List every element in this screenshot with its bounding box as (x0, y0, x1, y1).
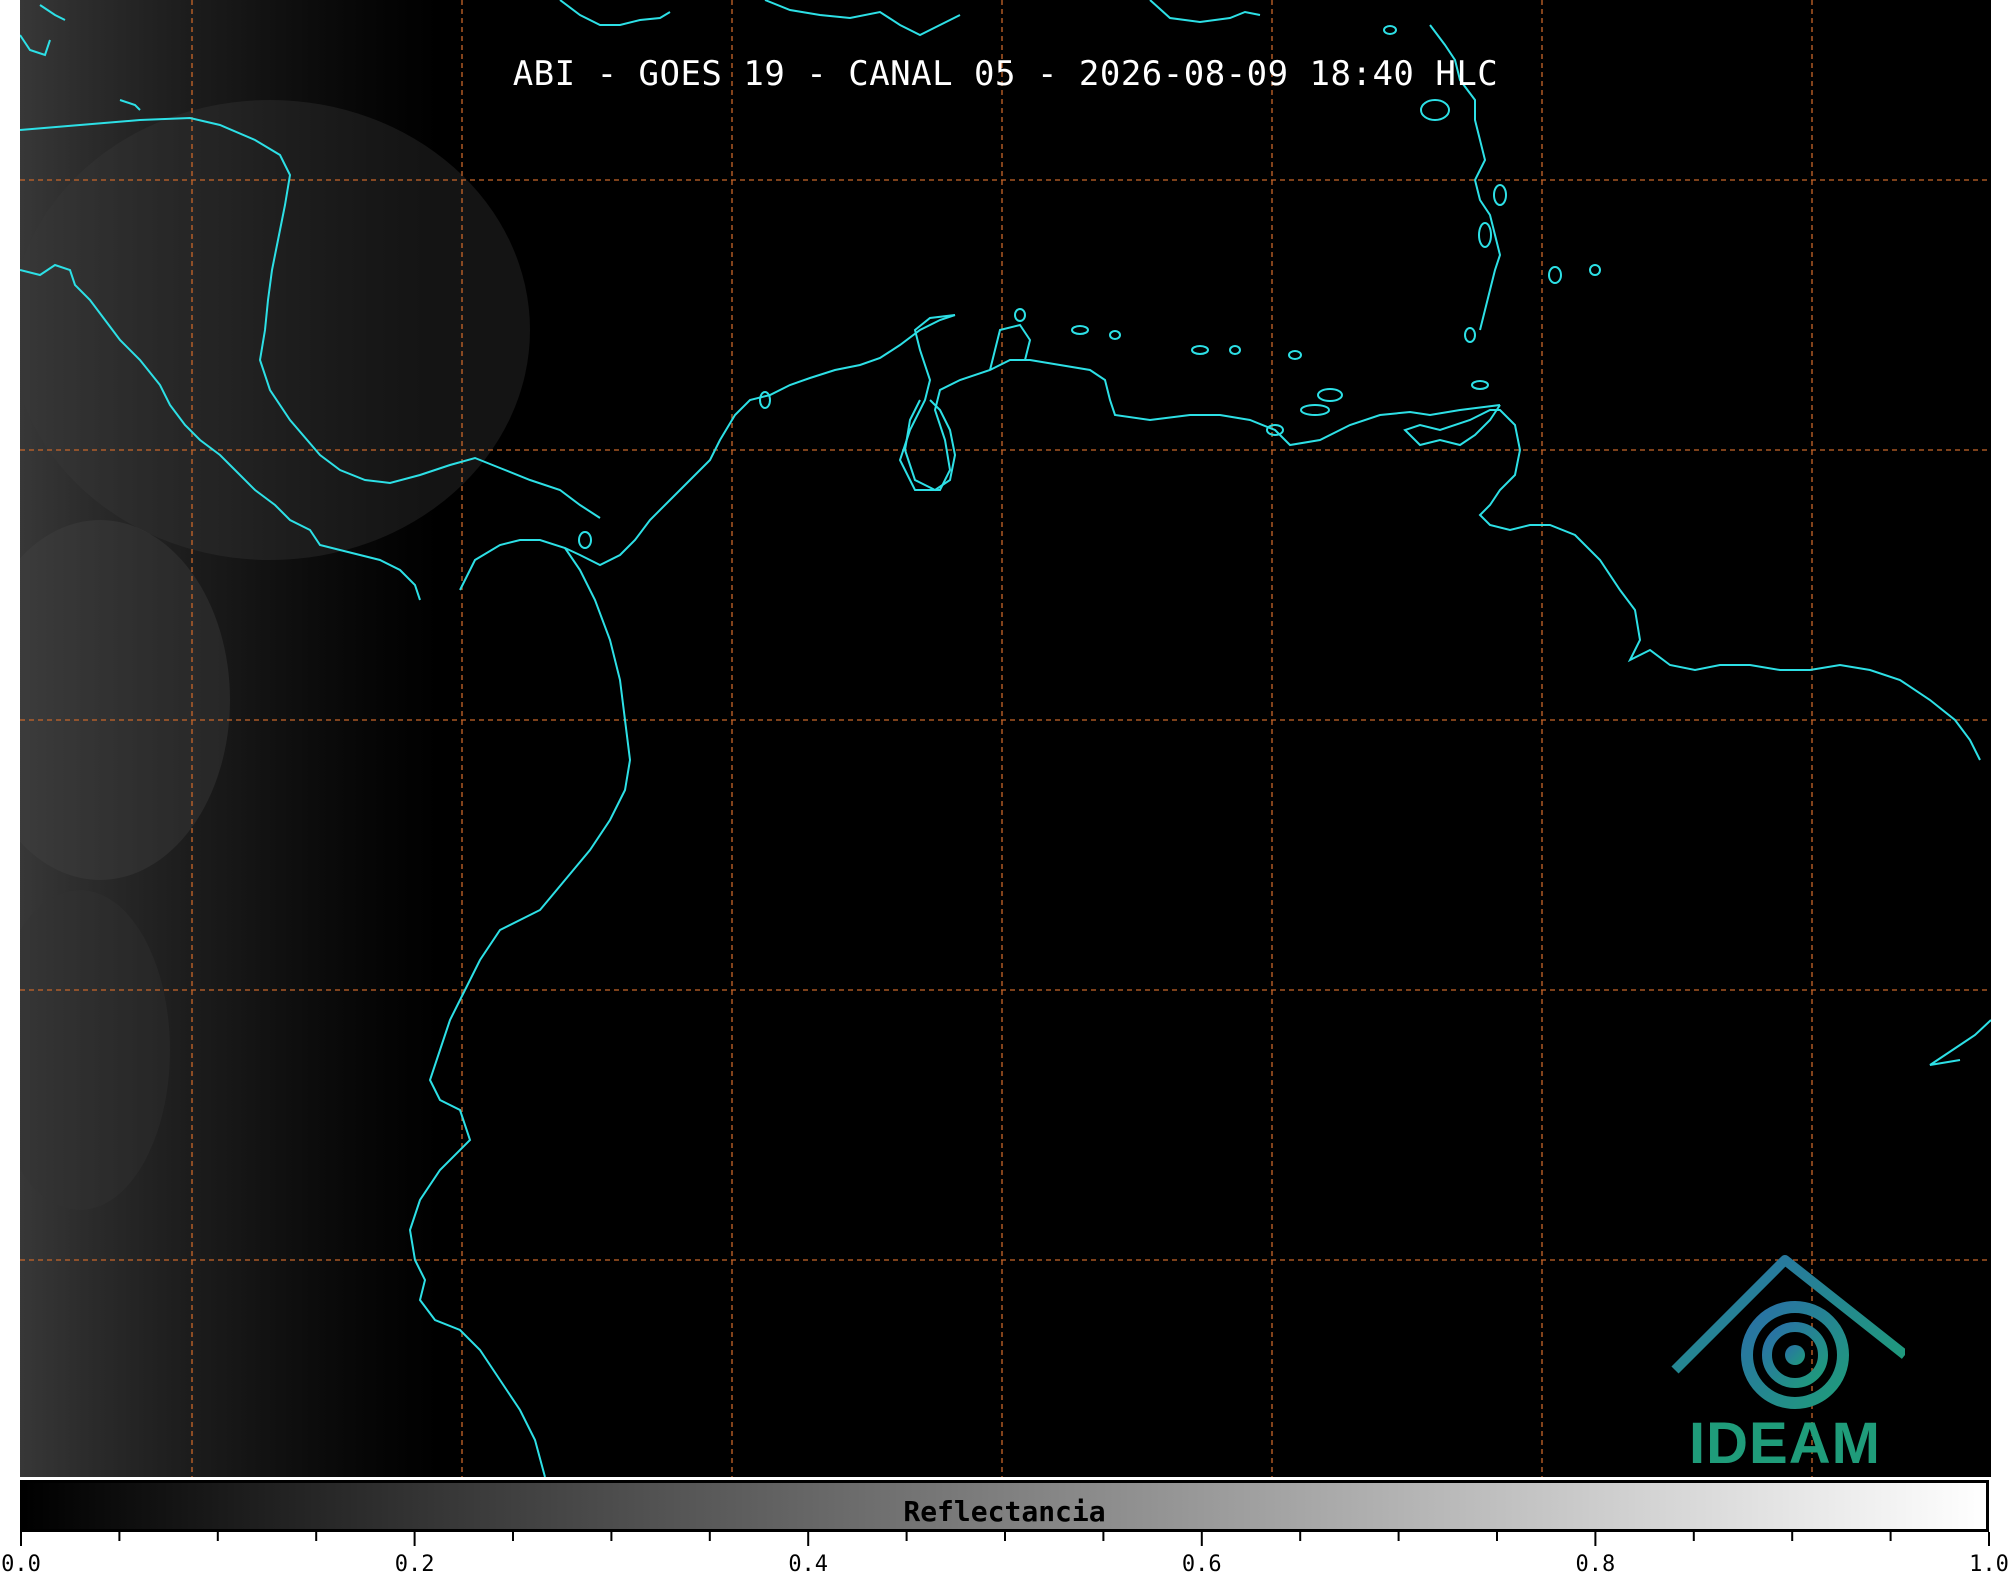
coastline-jamaica (559, 0, 671, 26)
island (1300, 404, 1330, 416)
colorbar-label: Reflectancia (903, 1495, 1106, 1528)
map-title: ABI - GOES 19 - CANAL 05 - 2026-08-09 18… (512, 54, 1499, 94)
satellite-map: ABI - GOES 19 - CANAL 05 - 2026-08-09 18… (20, 0, 1991, 1477)
colorbar-ticks (20, 1532, 1990, 1546)
colorbar-tick-label: 0.2 (394, 1552, 435, 1577)
island (1071, 325, 1089, 335)
coastline-guajira (989, 323, 1032, 371)
island (1478, 222, 1492, 248)
island (759, 391, 771, 409)
island (1288, 350, 1302, 360)
colorbar-tick-label: 0.6 (1181, 1552, 1222, 1577)
island (1317, 388, 1343, 402)
island (1420, 99, 1450, 121)
logo-mark-icon (1671, 1255, 1909, 1409)
logo-text: IDEAM (1689, 1411, 1881, 1476)
coastline-hispaniola (764, 0, 961, 37)
coastline-guianas (1929, 1019, 1991, 1066)
cloud-patch (20, 100, 530, 560)
colorbar: Reflectancia (20, 1480, 1989, 1532)
island (1191, 345, 1209, 355)
island (1383, 25, 1397, 35)
island (578, 531, 592, 549)
coastline-panama-colombia (459, 314, 956, 591)
island (1471, 380, 1489, 390)
coastline-colombia-pacific (408, 547, 632, 1477)
island (1589, 264, 1601, 276)
colorbar-tick-label: 0.8 (1575, 1552, 1616, 1577)
island (1109, 330, 1121, 340)
colorbar-tick-label: 0.4 (788, 1552, 829, 1577)
island (1493, 184, 1507, 206)
island (1464, 327, 1476, 343)
island (1014, 308, 1026, 322)
ideam-logo: IDEAM (1665, 1250, 1909, 1476)
coastline-puerto-rico (1149, 0, 1261, 24)
island (1548, 266, 1562, 284)
colorbar-tick-label: 0.0 (1, 1552, 41, 1577)
island (1229, 345, 1241, 355)
coastline-caribbean (898, 314, 1501, 491)
colorbar-tick-label: 1.0 (1969, 1552, 2009, 1577)
coastline-venezuela-east (1403, 404, 1981, 761)
